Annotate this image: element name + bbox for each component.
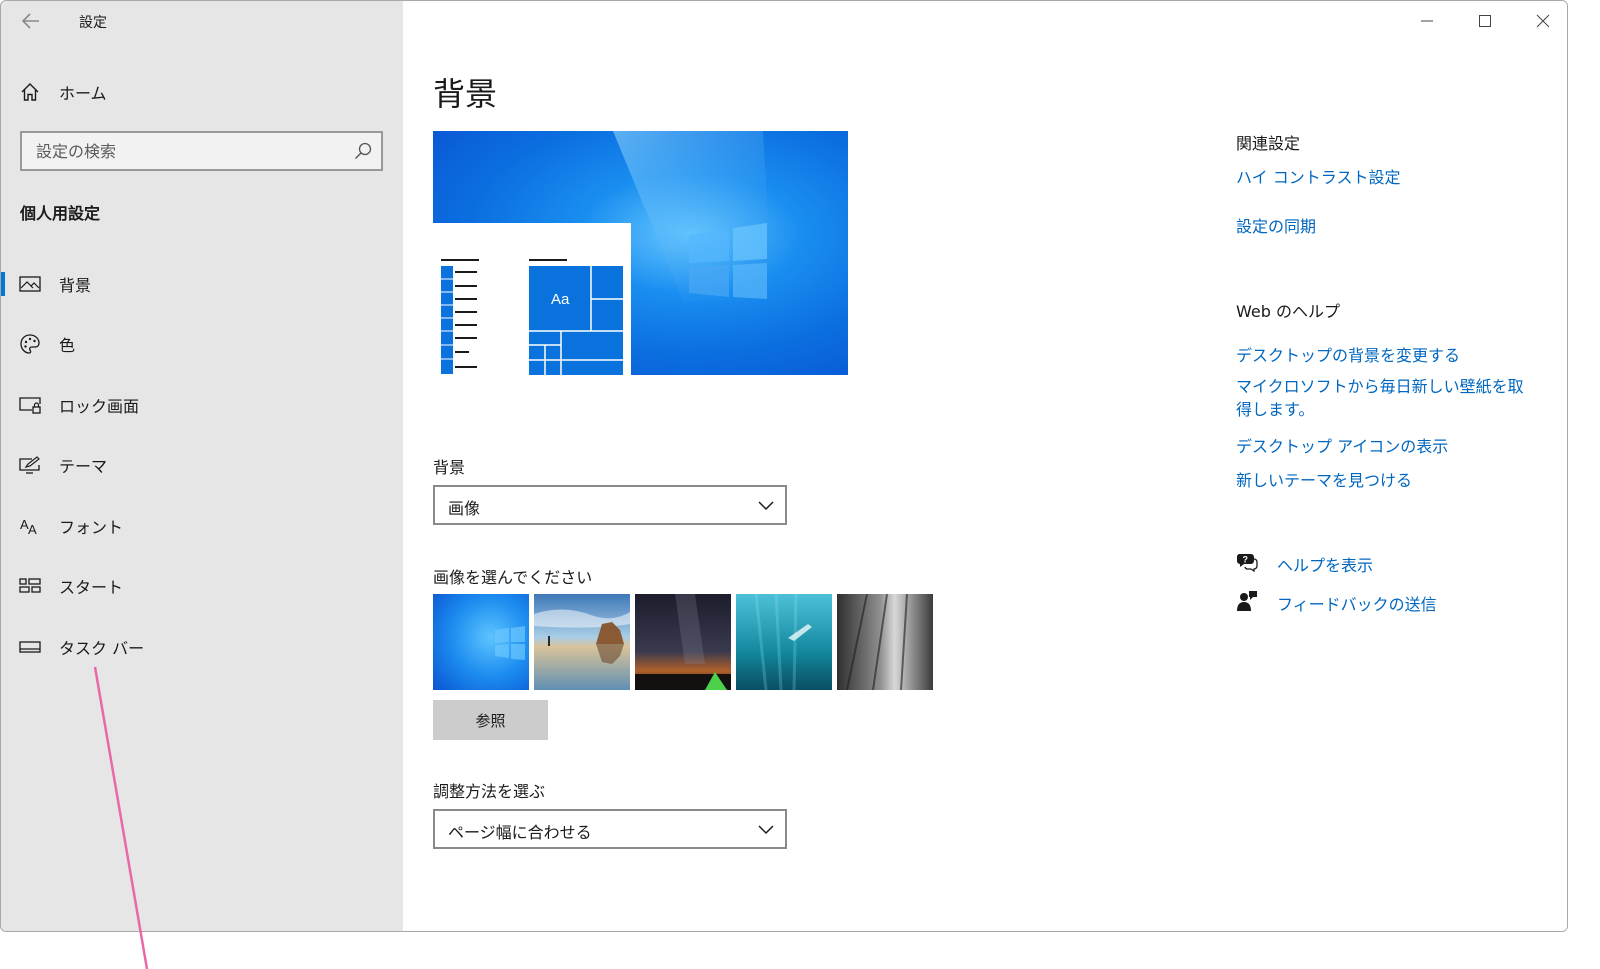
preview-tile-label: Aa	[551, 291, 570, 308]
section-title: 個人用設定	[20, 204, 101, 223]
sidebar-item-start[interactable]: スタート	[1, 566, 403, 606]
sidebar-item-label: フォント	[59, 518, 124, 537]
taskbar-icon	[19, 636, 41, 658]
choose-image-label: 画像を選んでください	[433, 568, 593, 587]
picture-icon	[19, 273, 41, 295]
thumbnail-rock-wall[interactable]	[837, 594, 933, 690]
sidebar-item-label: ロック画面	[59, 397, 140, 416]
sidebar-item-label: ホーム	[59, 84, 107, 103]
fit-dropdown[interactable]: ページ幅に合わせる	[433, 809, 787, 849]
sidebar-item-label: タスク バー	[59, 639, 145, 658]
web-help-heading: Web のヘルプ	[1236, 302, 1340, 321]
search-icon[interactable]	[353, 141, 373, 161]
feedback-icon	[1236, 590, 1258, 612]
desktop-preview: Aa	[433, 131, 848, 375]
thumbnail-windows-light[interactable]	[433, 594, 529, 690]
sidebar-item-background[interactable]: 背景	[1, 264, 403, 304]
palette-icon	[19, 333, 41, 355]
app-title: 設定	[79, 15, 107, 31]
desktop-icons-link[interactable]: デスクトップ アイコンの表示	[1236, 433, 1448, 457]
main-content: 背景 Aa 背景 画像 画像を選んでください 参照 調整方法を選ぶ ページ幅に合…	[403, 1, 1567, 931]
search-input[interactable]	[22, 133, 342, 169]
sidebar-item-theme[interactable]: テーマ	[1, 445, 403, 485]
sidebar-item-label: 背景	[59, 276, 92, 295]
related-settings-heading: 関連設定	[1236, 134, 1301, 153]
page-title: 背景	[433, 75, 498, 113]
background-value: 画像	[448, 499, 481, 518]
start-icon	[19, 575, 41, 597]
sidebar-item-color[interactable]: 色	[1, 324, 403, 364]
browse-button[interactable]: 参照	[433, 700, 548, 740]
back-arrow-icon[interactable]	[19, 9, 43, 33]
thumbnail-beach-rocks[interactable]	[534, 594, 630, 690]
background-dropdown[interactable]: 画像	[433, 485, 787, 525]
sync-settings-link[interactable]: 設定の同期	[1236, 213, 1316, 237]
send-feedback-link[interactable]: フィードバックの送信	[1277, 591, 1437, 615]
lock-screen-icon	[19, 394, 41, 416]
thumbnail-night-sky-tent[interactable]	[635, 594, 731, 690]
svg-text:A: A	[28, 522, 37, 536]
maximize-icon[interactable]	[1467, 7, 1503, 35]
show-help-link[interactable]: ヘルプを表示	[1277, 552, 1373, 576]
background-label: 背景	[433, 458, 466, 477]
chevron-down-icon	[757, 821, 775, 837]
fit-value: ページ幅に合わせる	[448, 823, 592, 842]
help-chat-icon: ?	[1236, 550, 1258, 573]
minimize-icon[interactable]	[1409, 7, 1445, 35]
font-icon: AA	[19, 515, 41, 537]
fit-label: 調整方法を選ぶ	[433, 782, 546, 801]
sidebar-item-label: 色	[59, 336, 76, 355]
settings-window: 設定 ホーム 個人用設定 背景 色	[0, 0, 1568, 932]
home-icon	[19, 81, 41, 103]
find-themes-link[interactable]: 新しいテーマを見つける	[1236, 467, 1412, 491]
sidebar-item-home[interactable]: ホーム	[1, 72, 403, 112]
chevron-down-icon	[757, 497, 775, 513]
change-background-link[interactable]: デスクトップの背景を変更する	[1236, 342, 1460, 366]
daily-wallpaper-link[interactable]: マイクロソフトから毎日新しい壁紙を取得します。	[1236, 375, 1536, 421]
sidebar-item-font[interactable]: AA フォント	[1, 506, 403, 546]
sidebar-item-label: スタート	[59, 578, 124, 597]
search-box[interactable]	[20, 131, 383, 171]
close-icon[interactable]	[1525, 7, 1561, 35]
sidebar-item-label: テーマ	[59, 457, 108, 476]
theme-icon	[19, 454, 41, 476]
high-contrast-link[interactable]: ハイ コントラスト設定	[1236, 164, 1400, 188]
thumbnail-underwater[interactable]	[736, 594, 832, 690]
sidebar: 設定 ホーム 個人用設定 背景 色	[1, 1, 403, 931]
sidebar-item-lock-screen[interactable]: ロック画面	[1, 385, 403, 425]
svg-text:?: ?	[1243, 555, 1249, 565]
sidebar-item-taskbar[interactable]: タスク バー	[1, 627, 403, 667]
